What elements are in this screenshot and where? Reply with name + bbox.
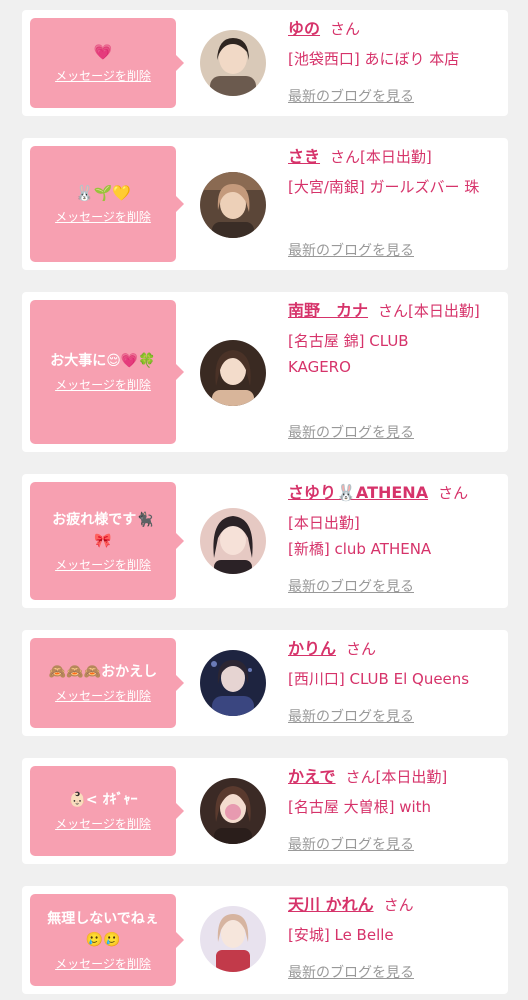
avatar-image: [200, 906, 266, 972]
shop-name: [安城] Le Belle: [288, 926, 394, 944]
attendance-status: [本日出勤]: [375, 768, 448, 786]
latest-blog-link[interactable]: 最新のブログを見る: [288, 422, 414, 442]
avatar-image: [200, 172, 266, 238]
avatar[interactable]: [200, 172, 266, 238]
message-card: お大事に😌💗🍀 メッセージを削除 南野 カナ さん[本日出勤] [名古屋 錦] C…: [22, 292, 508, 452]
message-text: 🐰🌱💛: [74, 184, 132, 202]
name-line: かりん さん: [288, 636, 502, 662]
message-bubble: 無理しないでねぇ 🥲🥲 メッセージを削除: [30, 894, 184, 986]
avatar-image: [200, 650, 266, 716]
info-block: さゆり🐰ATHENA さん [本日出勤] [新橋] club ATHENA: [288, 482, 502, 562]
shop-name: [大宮/南銀] ガールズバー 珠: [288, 178, 480, 196]
delete-message-link[interactable]: メッセージを削除: [55, 67, 151, 84]
delete-message-link[interactable]: メッセージを削除: [55, 955, 151, 972]
cast-name-link[interactable]: かりん: [288, 639, 336, 658]
avatar-image: [200, 30, 266, 96]
message-list: 💗 メッセージを削除 ゆの さん [池袋西口] あにぼり 本店 最新のブログを見る…: [0, 0, 528, 1000]
message-bubble: 👶🏻< ｵｷﾞｬｰ メッセージを削除: [30, 766, 184, 856]
message-bubble: 🐰🌱💛 メッセージを削除: [30, 146, 184, 262]
message-card: 🐰🌱💛 メッセージを削除 さき さん[本日出勤] [大宮/南銀] ガールズバー 珠…: [22, 138, 508, 270]
latest-blog-link[interactable]: 最新のブログを見る: [288, 834, 414, 854]
avatar-image: [200, 508, 266, 574]
delete-message-link[interactable]: メッセージを削除: [55, 687, 151, 704]
message-text: 🙈🙈🙈おかえし: [48, 664, 158, 680]
message-card: 👶🏻< ｵｷﾞｬｰ メッセージを削除 かえで さん[本日出勤] [名古屋 大曽根]…: [22, 758, 508, 864]
delete-message-link[interactable]: メッセージを削除: [55, 815, 151, 832]
avatar[interactable]: [200, 906, 266, 972]
attendance-status: [本日出勤]: [360, 148, 432, 166]
name-line: さゆり🐰ATHENA さん: [288, 480, 502, 506]
message-text: 💗: [93, 43, 113, 61]
shop-name: [名古屋 大曽根] with: [288, 798, 432, 816]
name-line: さき さん[本日出勤]: [288, 144, 502, 170]
honorific: さん: [330, 20, 361, 38]
shop-name: [本日出勤] [新橋] club ATHENA: [288, 514, 432, 558]
message-text: 無理しないでねぇ 🥲🥲: [47, 910, 159, 948]
attendance-status: [本日出勤]: [408, 302, 480, 320]
shop-name: [西川口] CLUB El Queens: [288, 670, 470, 688]
message-text: 👶🏻< ｵｷﾞｬｰ: [68, 792, 138, 808]
avatar[interactable]: [200, 340, 266, 406]
message-bubble: 💗 メッセージを削除: [30, 18, 184, 108]
delete-message-link[interactable]: メッセージを削除: [55, 556, 151, 573]
cast-name-link[interactable]: さき: [288, 147, 320, 166]
shop-name: [名古屋 錦] CLUB KAGERO: [288, 332, 409, 376]
message-card: 無理しないでねぇ 🥲🥲 メッセージを削除 天川 かれん さん [安城] Le Be…: [22, 886, 508, 994]
cast-name-link[interactable]: かえで: [288, 767, 336, 786]
info-block: ゆの さん [池袋西口] あにぼり 本店: [288, 18, 502, 72]
message-text: お大事に😌💗🍀: [50, 353, 156, 369]
latest-blog-link[interactable]: 最新のブログを見る: [288, 576, 414, 596]
message-card: お疲れ様です🐈‍⬛ 🎀 メッセージを削除 さゆり🐰ATHENA さん [本日出勤]…: [22, 474, 508, 608]
shop-name: [池袋西口] あにぼり 本店: [288, 50, 460, 68]
avatar-image: [200, 778, 266, 844]
avatar-image: [200, 340, 266, 406]
latest-blog-link[interactable]: 最新のブログを見る: [288, 706, 414, 726]
message-card: 💗 メッセージを削除 ゆの さん [池袋西口] あにぼり 本店 最新のブログを見る: [22, 10, 508, 116]
cast-name-link[interactable]: 南野 カナ: [288, 301, 368, 320]
latest-blog-link[interactable]: 最新のブログを見る: [288, 240, 414, 260]
info-block: 南野 カナ さん[本日出勤] [名古屋 錦] CLUB KAGERO: [288, 300, 502, 380]
name-line: 南野 カナ さん[本日出勤]: [288, 298, 502, 324]
cast-name-link[interactable]: さゆり🐰ATHENA: [288, 483, 428, 502]
message-bubble: お大事に😌💗🍀 メッセージを削除: [30, 300, 184, 444]
honorific: さん: [438, 484, 469, 502]
name-line: ゆの さん: [288, 16, 502, 42]
info-block: かえで さん[本日出勤] [名古屋 大曽根] with: [288, 766, 502, 820]
message-bubble: 🙈🙈🙈おかえし メッセージを削除: [30, 638, 184, 728]
message-text: お疲れ様です🐈‍⬛ 🎀: [52, 511, 154, 549]
latest-blog-link[interactable]: 最新のブログを見る: [288, 962, 414, 982]
name-line: 天川 かれん さん: [288, 892, 502, 918]
avatar[interactable]: [200, 508, 266, 574]
avatar[interactable]: [200, 650, 266, 716]
honorific: さん: [383, 896, 414, 914]
info-block: さき さん[本日出勤] [大宮/南銀] ガールズバー 珠: [288, 146, 502, 200]
avatar[interactable]: [200, 778, 266, 844]
avatar[interactable]: [200, 30, 266, 96]
delete-message-link[interactable]: メッセージを削除: [55, 376, 151, 393]
honorific: さん: [345, 768, 376, 786]
honorific: さん: [330, 148, 361, 166]
cast-name-link[interactable]: 天川 かれん: [288, 895, 374, 914]
message-bubble: お疲れ様です🐈‍⬛ 🎀 メッセージを削除: [30, 482, 184, 600]
name-line: かえで さん[本日出勤]: [288, 764, 502, 790]
latest-blog-link[interactable]: 最新のブログを見る: [288, 86, 414, 106]
info-block: かりん さん [西川口] CLUB El Queens: [288, 638, 502, 692]
message-card: 🙈🙈🙈おかえし メッセージを削除 かりん さん [西川口] CLUB El Que…: [22, 630, 508, 736]
honorific: さん: [346, 640, 377, 658]
info-block: 天川 かれん さん [安城] Le Belle: [288, 894, 502, 948]
honorific: さん: [378, 302, 409, 320]
cast-name-link[interactable]: ゆの: [288, 19, 320, 38]
delete-message-link[interactable]: メッセージを削除: [55, 208, 151, 225]
